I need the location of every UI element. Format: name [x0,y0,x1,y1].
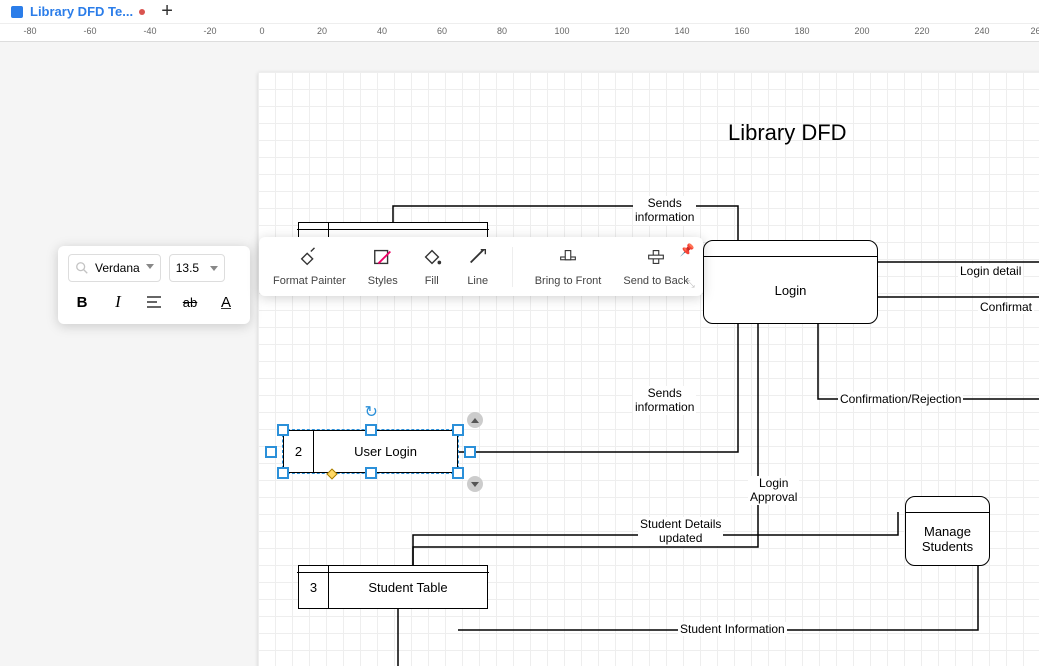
chevron-down-icon [146,264,154,269]
resize-handle[interactable] [277,467,289,479]
flow-label: Sends information [633,196,696,225]
flow-label: Confirmation/Rejection [838,392,963,406]
fill-icon [420,245,444,269]
ruler-tick: 240 [974,26,989,36]
resize-handle[interactable] [365,424,377,436]
ruler-tick: -80 [23,26,36,36]
line-icon [466,245,490,269]
ruler-tick: -60 [83,26,96,36]
ctx-label: Send to Back [623,275,688,288]
font-family-value: Verdana [95,261,140,275]
horizontal-ruler: -80 -60 -40 -20 0 20 40 60 80 100 120 14… [0,24,1039,42]
ruler-tick: 260 [1030,26,1039,36]
ruler-tick: -20 [203,26,216,36]
rotate-handle[interactable]: ↻ [365,402,377,414]
expand-icon[interactable]: ⤡ [687,279,695,290]
flow-label: Student Details updated [638,517,723,546]
ruler-tick: -40 [143,26,156,36]
ruler-tick: 40 [377,26,387,36]
send-back-icon [644,245,668,269]
add-tab-button[interactable]: + [155,0,179,24]
ruler-tick: 20 [317,26,327,36]
font-color-button[interactable]: A [212,288,240,316]
node-login[interactable]: Login [703,240,878,324]
format-painter-button[interactable]: Format Painter [273,245,346,288]
selection-indicator: ↻ [283,430,458,473]
node-manage-students[interactable]: Manage Students [905,496,990,566]
styles-button[interactable]: Styles [368,245,398,288]
bring-front-icon [556,245,580,269]
ruler-tick: 200 [854,26,869,36]
diagram-page[interactable]: Library DFD [258,72,1039,666]
ctx-label: Line [467,275,488,288]
flow-label: Confirmat [978,300,1034,314]
bold-button[interactable]: B [68,288,96,316]
tab-title: Library DFD Te... [30,4,133,19]
chevron-down-icon [210,266,218,271]
tab-bar: Library DFD Te... + [0,0,1039,24]
resize-handle[interactable] [452,424,464,436]
node-label: Manage Students [906,513,989,565]
italic-button[interactable]: I [104,288,132,316]
search-icon [75,261,89,275]
line-button[interactable]: Line [466,245,490,288]
modified-indicator-icon [139,9,145,15]
bring-to-front-button[interactable]: Bring to Front [535,245,602,288]
doc-icon [10,5,24,19]
resize-handle[interactable] [265,446,277,458]
ruler-tick: 180 [794,26,809,36]
ruler-tick: 80 [497,26,507,36]
ctx-label: Bring to Front [535,275,602,288]
ruler-tick: 0 [259,26,264,36]
resize-handle[interactable] [464,446,476,458]
align-button[interactable] [140,288,168,316]
styles-icon [371,245,395,269]
separator [512,247,513,287]
ctx-label: Fill [425,275,439,288]
ctx-label: Format Painter [273,275,346,288]
resize-handle[interactable] [365,467,377,479]
font-format-toolbar: Verdana 13.5 B I ab A [58,246,250,324]
expand-down-icon[interactable] [467,476,483,492]
flow-label: Login detail [958,264,1023,278]
font-size-select[interactable]: 13.5 [169,254,225,282]
expand-up-icon[interactable] [467,412,483,428]
font-size-value: 13.5 [176,261,199,275]
ruler-tick: 140 [674,26,689,36]
context-action-toolbar: 📌 ⤡ Format Painter Styles Fill Line Brin… [259,237,703,296]
flow-label: Sends information [633,386,696,415]
align-icon [145,293,163,311]
resize-handle[interactable] [277,424,289,436]
canvas[interactable]: Library DFD [0,42,1039,666]
node-label: Login [704,257,877,323]
document-tab[interactable]: Library DFD Te... [0,0,155,23]
format-painter-icon [297,245,321,269]
process-student[interactable]: 3 Student Table [298,565,488,609]
ruler-tick: 60 [437,26,447,36]
ruler-tick: 220 [914,26,929,36]
font-family-select[interactable]: Verdana [68,254,161,282]
flow-label: Student Information [678,622,787,636]
strikethrough-button[interactable]: ab [176,288,204,316]
flow-label: Login Approval [748,476,799,505]
ruler-tick: 120 [614,26,629,36]
fill-button[interactable]: Fill [420,245,444,288]
resize-handle[interactable] [452,467,464,479]
ctx-label: Styles [368,275,398,288]
ruler-tick: 160 [734,26,749,36]
ruler-tick: 100 [554,26,569,36]
pin-icon[interactable]: 📌 [680,243,695,257]
